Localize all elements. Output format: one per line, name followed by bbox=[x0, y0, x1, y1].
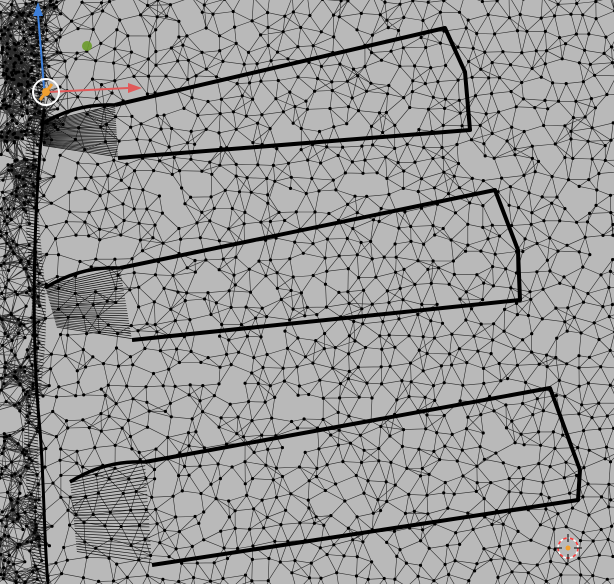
cursor-center bbox=[565, 545, 571, 551]
y-axis-handle[interactable] bbox=[82, 41, 92, 51]
3d-viewport[interactable] bbox=[0, 0, 614, 584]
mesh-wireframe[interactable] bbox=[0, 0, 614, 584]
